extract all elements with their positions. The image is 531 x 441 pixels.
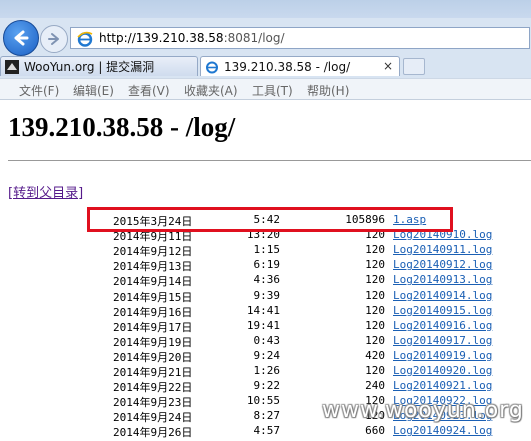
file-time: 4:57 (253, 424, 281, 438)
file-size: 120 (365, 318, 385, 332)
file-link[interactable]: Log20140917.log (393, 334, 492, 347)
tab-wooyun[interactable]: WooYun.org | 提交漏洞 (0, 56, 198, 76)
file-time: 14:41 (246, 303, 280, 317)
file-time: 19:41 (246, 318, 280, 332)
page-title: 139.210.38.58 - /log/ (8, 112, 236, 142)
file-time: 1:15 (253, 243, 281, 257)
file-date: 2014年9月15日 (113, 290, 193, 304)
listing-row: 2014年9月12日 1:15 120 Log20140911.log (0, 243, 531, 258)
watermark: www.wooyun.org (322, 398, 524, 423)
browser-chrome: http://139.210.38.58:8081/log/ WooYun.or… (0, 0, 531, 100)
file-date: 2014年9月12日 (113, 245, 193, 259)
file-link[interactable]: Log20140915.log (393, 304, 492, 317)
url-text: http://139.210.38.58:8081/log/ (99, 31, 285, 45)
listing-row: 2014年9月19日 0:43 120 Log20140917.log (0, 334, 531, 349)
file-time: 4:36 (253, 273, 281, 287)
file-date: 2014年9月20日 (113, 350, 193, 364)
file-size: 420 (365, 348, 385, 362)
file-size: 120 (365, 258, 385, 272)
file-link[interactable]: Log20140920.log (393, 364, 492, 377)
tab-label: 139.210.38.58 - /log/ (224, 59, 351, 74)
file-time: 0:43 (253, 333, 281, 347)
ie-page-icon (206, 61, 218, 73)
arrow-right-icon (48, 33, 59, 45)
file-link[interactable]: Log20140914.log (393, 289, 492, 302)
file-time: 9:24 (253, 348, 281, 362)
file-date: 2014年9月21日 (113, 366, 193, 379)
page-content: 139.210.38.58 - /log/ [转到父目录] 2015年3月24日… (0, 100, 531, 441)
file-link[interactable]: Log20140913.log (393, 273, 492, 286)
file-time: 8:27 (253, 409, 281, 423)
listing-row: 2014年9月17日 19:41 120 Log20140916.log (0, 319, 531, 334)
wooyun-favicon-icon (5, 59, 19, 74)
menu-bar: 文件(F) 编辑(E) 查看(V) 收藏夹(A) 工具(T) 帮助(H) (0, 78, 531, 100)
menu-file[interactable]: 文件(F) (19, 82, 59, 99)
file-date: 2014年9月14日 (113, 275, 193, 289)
listing-row: 2014年9月26日 4:57 660 Log20140924.log (0, 424, 531, 439)
menu-view[interactable]: 查看(V) (128, 82, 170, 99)
arrow-left-icon (14, 30, 29, 46)
file-size: 240 (365, 379, 385, 393)
file-time: 1:26 (253, 364, 281, 377)
file-date: 2014年9月22日 (113, 381, 193, 395)
file-link[interactable]: Log20140912.log (393, 258, 492, 271)
file-date: 2014年9月16日 (113, 305, 193, 319)
file-link[interactable]: Log20140919.log (393, 349, 492, 362)
file-time: 6:19 (253, 258, 281, 272)
listing-row: 2014年9月16日 14:41 120 Log20140915.log (0, 304, 531, 319)
file-link[interactable]: Log20140924.log (393, 424, 492, 437)
file-time: 9:39 (253, 288, 281, 302)
file-date: 2014年9月23日 (113, 396, 193, 410)
file-date: 2014年9月17日 (113, 320, 193, 334)
menu-favorites[interactable]: 收藏夹(A) (184, 82, 238, 99)
menu-help[interactable]: 帮助(H) (307, 82, 349, 99)
menu-tools[interactable]: 工具(T) (252, 82, 293, 99)
file-date: 2014年9月13日 (113, 260, 193, 274)
listing-row: 2014年9月15日 9:39 120 Log20140914.log (0, 289, 531, 304)
highlight-box (87, 207, 453, 232)
file-size: 120 (365, 333, 385, 347)
file-time: 9:22 (253, 379, 281, 393)
tab-log-directory[interactable]: 139.210.38.58 - /log/ × (200, 56, 400, 76)
divider (8, 160, 531, 161)
ie-logo-icon (77, 31, 93, 47)
title-bar (0, 0, 531, 18)
file-time: 10:55 (246, 394, 280, 408)
tab-label: WooYun.org | 提交漏洞 (24, 60, 155, 74)
close-tab-button[interactable]: × (383, 59, 393, 73)
new-tab-button[interactable] (403, 58, 425, 75)
file-date: 2014年9月24日 (113, 411, 193, 425)
file-date: 2014年9月26日 (113, 426, 193, 440)
listing-row: 2014年9月22日 9:22 240 Log20140921.log (0, 379, 531, 394)
file-date: 2014年9月19日 (113, 335, 193, 349)
file-size: 120 (365, 303, 385, 317)
file-link[interactable]: Log20140916.log (393, 319, 492, 332)
parent-directory-link[interactable]: [转到父目录] (8, 182, 83, 201)
file-link[interactable]: Log20140911.log (393, 243, 492, 256)
menu-edit[interactable]: 编辑(E) (73, 82, 114, 99)
address-bar[interactable]: http://139.210.38.58:8081/log/ (70, 27, 530, 49)
tab-bar: WooYun.org | 提交漏洞 139.210.38.58 - /log/ … (0, 54, 531, 78)
file-size: 120 (365, 273, 385, 287)
listing-row: 2014年9月14日 4:36 120 Log20140913.log (0, 273, 531, 288)
file-size: 120 (365, 243, 385, 257)
back-button[interactable] (3, 20, 39, 56)
listing-row: 2014年9月13日 6:19 120 Log20140912.log (0, 258, 531, 273)
file-size: 120 (365, 288, 385, 302)
listing-row: 2014年9月20日 9:24 420 Log20140919.log (0, 349, 531, 364)
file-link[interactable]: Log20140921.log (393, 379, 492, 392)
listing-row: 2014年9月21日 1:26 120 Log20140920.log (0, 364, 531, 379)
file-size: 660 (365, 424, 385, 438)
forward-button[interactable] (40, 25, 68, 53)
file-size: 120 (365, 364, 385, 377)
